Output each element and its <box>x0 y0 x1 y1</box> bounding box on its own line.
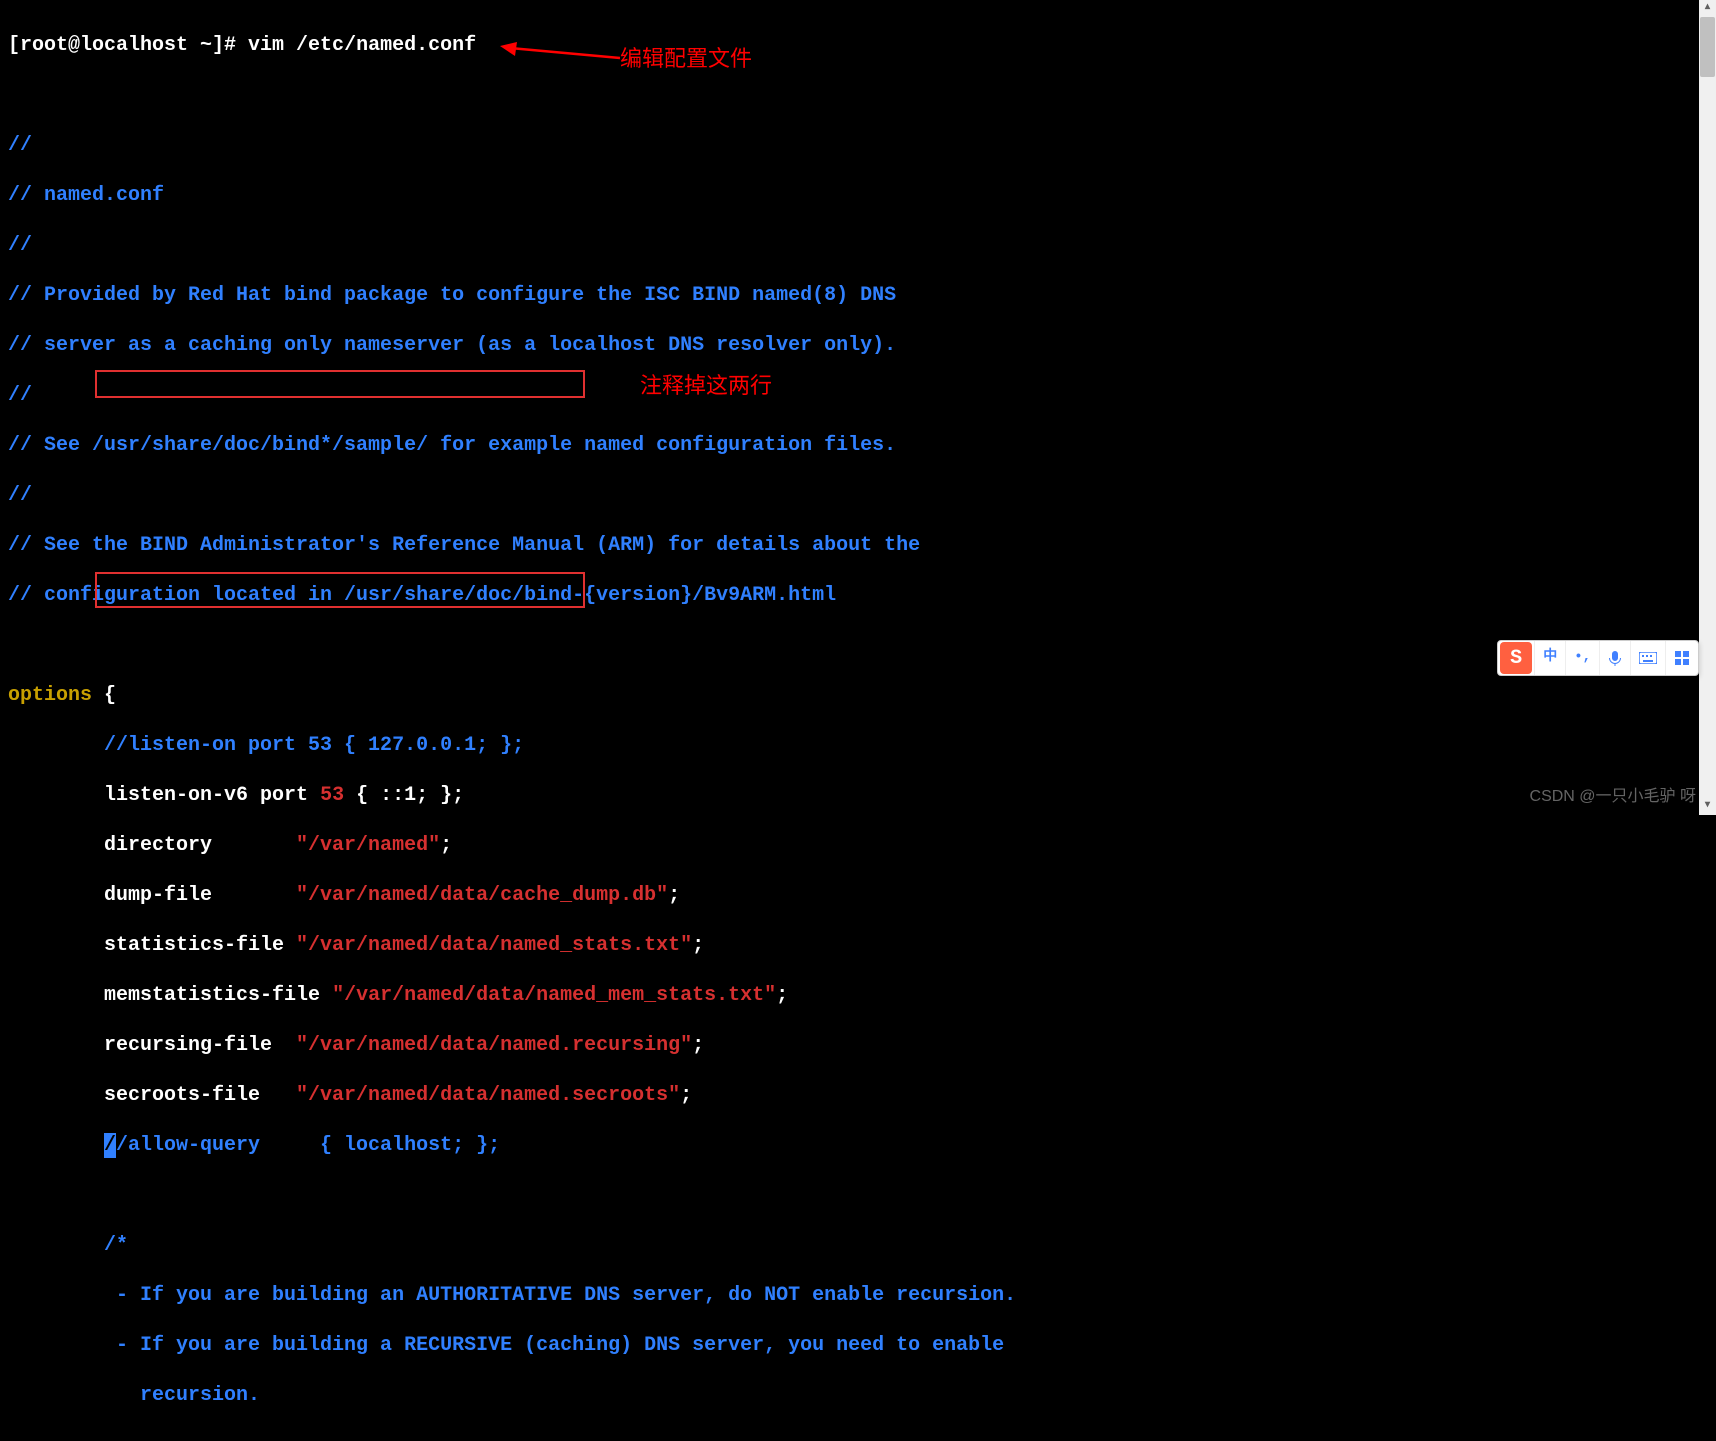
listen-v6-key: listen-on-v6 port <box>8 784 320 807</box>
watermark-text: CSDN @一只小毛驴 呀 <box>1530 787 1696 807</box>
secroots-val: "/var/named/data/named.secroots" <box>296 1084 680 1107</box>
comment-line: // <box>8 483 1708 508</box>
comment-line: // See the BIND Administrator's Referenc… <box>8 533 1708 558</box>
comment-line: // configuration located in /usr/share/d… <box>8 583 1708 608</box>
shell-command: vim /etc/named.conf <box>248 34 476 57</box>
ime-voice-icon[interactable] <box>1599 641 1630 675</box>
memstats-val: "/var/named/data/named_mem_stats.txt" <box>332 984 776 1007</box>
block-comment-line: - If you are building an AUTHORITATIVE D… <box>8 1283 1708 1308</box>
block-comment-open: /* <box>8 1233 1708 1258</box>
directory-val: "/var/named" <box>296 834 440 857</box>
scroll-down-arrow-icon[interactable]: ▾ <box>1699 798 1716 815</box>
terminal-viewport[interactable]: [root@localhost ~]# vim /etc/named.conf … <box>0 0 1716 1441</box>
stats-file-key: statistics-file <box>8 934 296 957</box>
block-comment-line: - If you are building a RECURSIVE (cachi… <box>8 1333 1708 1358</box>
comment-line: // <box>8 233 1708 258</box>
comment-line: // See /usr/share/doc/bind*/sample/ for … <box>8 433 1708 458</box>
annotation-comment-lines: 注释掉这两行 <box>640 372 772 400</box>
block-comment-line: recursion. <box>8 1383 1708 1408</box>
comment-line: // <box>8 133 1708 158</box>
memstats-key: memstatistics-file <box>8 984 332 1007</box>
ime-settings-icon[interactable] <box>1665 641 1698 675</box>
recursing-key: recursing-file <box>8 1034 296 1057</box>
comment-line: // server as a caching only nameserver (… <box>8 333 1708 358</box>
ime-language-toggle[interactable]: 中 <box>1534 641 1565 675</box>
comment-line: // Provided by Red Hat bind package to c… <box>8 283 1708 308</box>
directory-key: directory <box>8 834 296 857</box>
dump-file-key: dump-file <box>8 884 296 907</box>
recursing-val: "/var/named/data/named.recursing" <box>296 1034 692 1057</box>
allow-query-line: /allow-query { localhost; }; <box>116 1134 500 1157</box>
dump-file-val: "/var/named/data/cache_dump.db" <box>296 884 668 907</box>
ime-toolbar[interactable]: S 中 •, <box>1497 640 1699 676</box>
secroots-key: secroots-file <box>8 1084 296 1107</box>
vertical-scrollbar[interactable]: ▴ ▾ <box>1699 0 1716 815</box>
listen-on-line: //listen-on port 53 { 127.0.0.1; }; <box>8 733 1708 758</box>
ime-keyboard-icon[interactable] <box>1630 641 1665 675</box>
shell-prompt: [root@localhost ~]# <box>8 34 248 57</box>
stats-file-val: "/var/named/data/named_stats.txt" <box>296 934 692 957</box>
vim-cursor: / <box>104 1133 116 1158</box>
options-keyword: options <box>8 684 92 707</box>
listen-v6-port: 53 <box>320 784 344 807</box>
ime-punctuation-icon[interactable]: •, <box>1565 641 1599 675</box>
listen-v6-rest: { ::1; }; <box>344 784 464 807</box>
ime-logo-icon[interactable]: S <box>1500 642 1532 674</box>
comment-line: // <box>8 383 1708 408</box>
scroll-up-arrow-icon[interactable]: ▴ <box>1699 0 1716 17</box>
scrollbar-thumb[interactable] <box>1700 17 1715 77</box>
brace-open: { <box>92 684 116 707</box>
comment-line: // named.conf <box>8 183 1708 208</box>
annotation-edit-config: 编辑配置文件 <box>620 45 752 73</box>
